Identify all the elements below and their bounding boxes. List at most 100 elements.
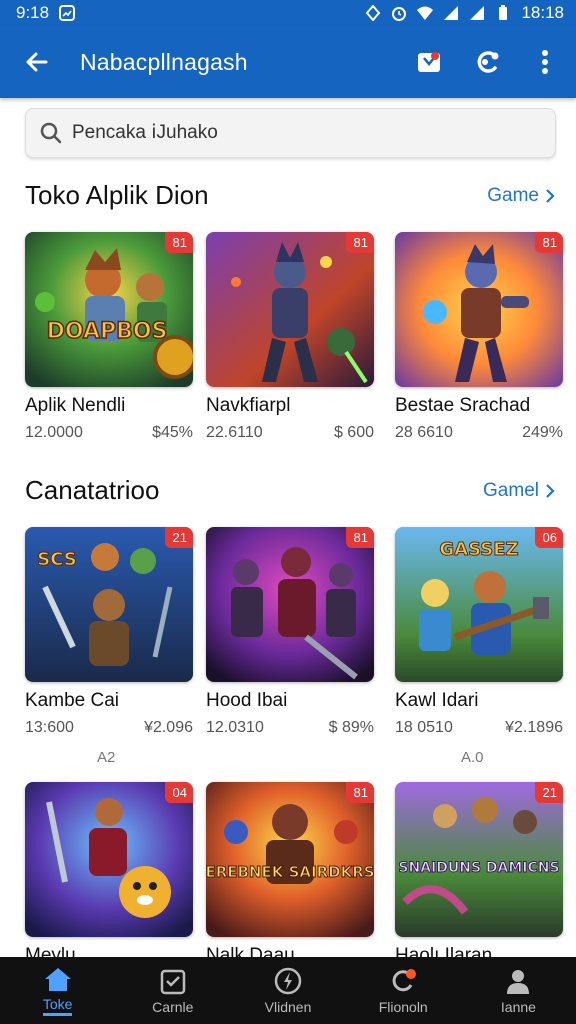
store-icon [418,52,440,72]
section-link-label: Game [487,184,539,206]
status-time-left: 9:18 [16,3,50,22]
nav-label: Toke [42,996,73,1016]
section-header-1: Toko Alplik Dion Game [25,180,555,211]
rank-badge: 04 [164,782,193,803]
art-text: EREBNEK SAIRDKRS [206,863,374,881]
app-card[interactable]: 04 Meylu [25,782,193,967]
section-more-link[interactable]: Game [487,185,555,207]
price-label: $45% [152,424,193,441]
download-count: 12.0000 [25,424,83,441]
share-icon [477,51,499,73]
search-icon [40,122,62,144]
arrow-left-icon [26,52,48,72]
wifi-icon [417,6,434,20]
section-title: Toko Alplik Dion [25,180,209,210]
app-name: Hood Ibai [206,690,288,711]
app-card[interactable]: GASSEZ 06 Kawl Idari 18 0510 ¥2.1896 [395,527,563,737]
rank-badge: 21 [534,782,563,803]
rank-badge: 81 [164,232,193,253]
alarm-icon [392,7,407,21]
nav-item-home[interactable]: Toke [0,957,115,1024]
section-title: Canatatrioo [25,475,160,505]
nav-item-games[interactable]: Carnle [115,957,230,1024]
more-options-button[interactable] [528,45,562,79]
page-title: Nabacpllnagash [80,48,248,75]
art-text: SCS [37,549,76,570]
store-button[interactable] [412,45,446,79]
app-bar: Nabacpllnagash [0,26,576,98]
rating-label: A.0 [461,749,484,766]
app-card[interactable]: SNAIDUNS DAMICNS 21 Haolı Ilaran [395,782,563,967]
app-thumbnail[interactable]: 04 [25,782,193,937]
price-label: 249% [522,424,563,441]
app-thumbnail[interactable]: SNAIDUNS DAMICNS 21 [395,782,563,937]
app-card[interactable]: SCS 21 Kambe Cai 13:600 ¥2.096 [25,527,193,737]
notification-icon [59,5,76,21]
app-card[interactable]: DOAPBOS 81 Aplik Nendli 12.0000 $45% [25,232,193,442]
bottom-navigation: Toke Carnle Vlidnen Flionoln Ianne [0,957,576,1024]
status-time-right: 18:18 [521,3,564,22]
lightning-icon [274,967,302,994]
home-icon [44,967,71,991]
app-card[interactable]: 81 Navkfiarpl 22.6110 $ 600 [206,232,374,442]
price-label: ¥2.1896 [505,719,563,736]
price-label: ¥2.096 [144,719,193,736]
nav-item-videos[interactable]: Vlidnen [230,957,345,1024]
app-name: Bestae Srachad [395,395,531,416]
calendar-icon [160,969,186,994]
app-thumbnail[interactable]: 81 [206,527,374,682]
back-button[interactable] [20,45,54,79]
app-name: Navkfiarpl [206,395,291,416]
price-label: $ 600 [333,424,374,441]
art-text: SNAIDUNS DAMICNS [398,860,559,876]
art-text: GASSEZ [439,539,518,560]
app-thumbnail[interactable]: 81 [395,232,563,387]
refresh-icon [392,968,417,991]
download-count: 18 0510 [395,719,453,736]
section-header-2: Canatatrioo Gamel [25,475,555,506]
more-vert-icon [542,50,548,74]
app-card[interactable]: 81 Hood Ibai 12.0310 $ 89% [206,527,374,737]
download-count: 28 6610 [395,424,453,441]
search-bar[interactable] [25,108,556,158]
battery-icon [499,5,508,20]
rank-badge: 06 [534,527,563,548]
rank-badge: 81 [534,232,563,253]
rank-badge: 81 [345,782,374,803]
person-icon [507,969,530,994]
nav-label: Carnle [152,998,194,1015]
signal-icon-2 [470,6,485,20]
rank-badge: 81 [345,527,374,548]
app-card[interactable]: EREBNEK SAIRDKRS 81 Nalk Daau [206,782,374,967]
app-name: Kawl Idari [395,690,479,711]
rank-badge: 81 [345,232,374,253]
app-card[interactable]: 81 Bestae Srachad 28 6610 249% [395,232,563,442]
rating-label: A2 [97,749,116,766]
app-thumbnail[interactable]: DOAPBOS 81 [25,232,193,387]
chevron-right-icon [546,483,555,498]
nav-label: Flionoln [378,998,428,1015]
search-input[interactable] [72,122,512,144]
signal-icon [444,6,459,20]
art-text: DOAPBOS [47,319,168,344]
share-button[interactable] [470,45,504,79]
nfc-icon [366,5,381,21]
nav-label: Ianne [500,998,536,1015]
chevron-right-icon [546,188,555,203]
status-bar: 9:18 18:18 [0,0,576,26]
download-count: 22.6110 [206,424,263,441]
nav-item-profile[interactable]: Ianne [461,957,576,1024]
app-thumbnail[interactable]: 81 [206,232,374,387]
app-thumbnail[interactable]: SCS 21 [25,527,193,682]
app-thumbnail[interactable]: EREBNEK SAIRDKRS 81 [206,782,374,937]
download-count: 13:600 [25,719,74,736]
app-thumbnail[interactable]: GASSEZ 06 [395,527,563,682]
price-label: $ 89% [328,719,374,736]
nav-label: Vlidnen [264,998,312,1015]
rank-badge: 21 [164,527,193,548]
app-name: Kambe Cai [25,690,119,711]
download-count: 12.0310 [206,719,264,736]
nav-item-updates[interactable]: Flionoln [346,957,461,1024]
section-more-link[interactable]: Gamel [483,480,555,502]
app-name: Aplik Nendli [25,395,126,416]
